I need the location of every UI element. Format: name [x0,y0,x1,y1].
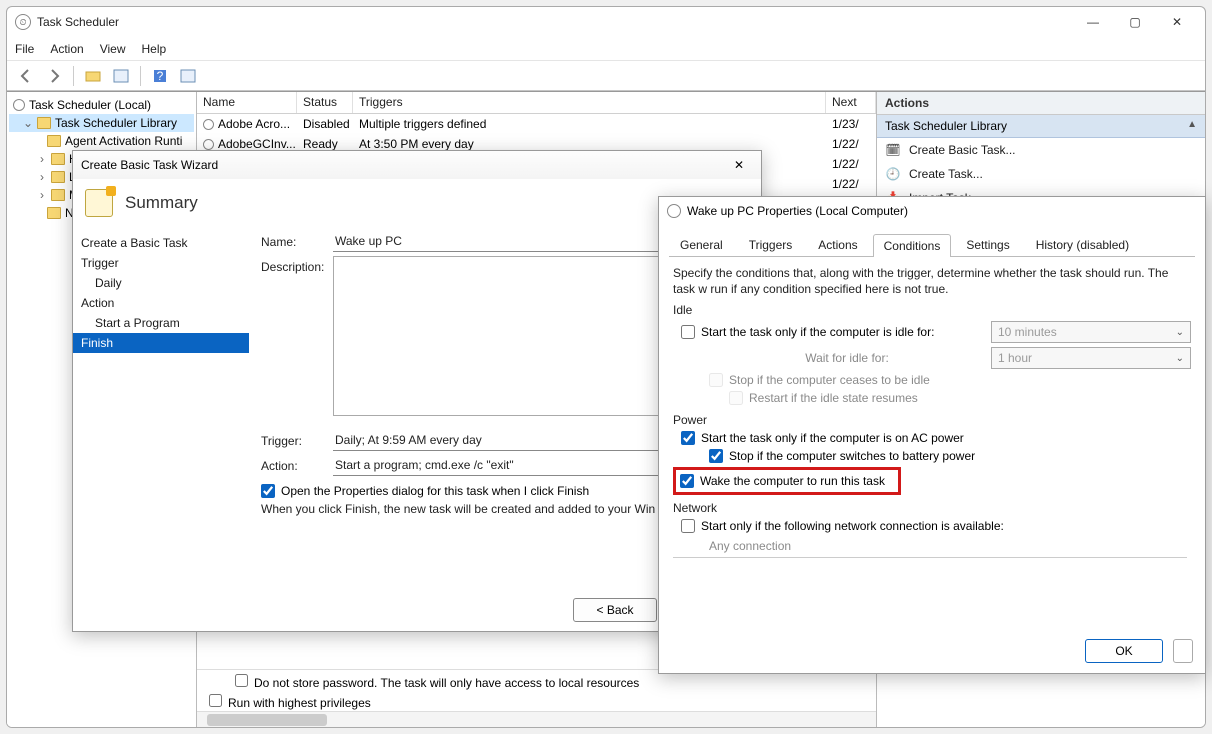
col-name[interactable]: Name [197,92,297,113]
label-action: Action: [261,455,333,473]
col-next[interactable]: Next [826,92,876,113]
no-store-password-checkbox[interactable] [235,674,248,687]
menu-action[interactable]: Action [50,42,83,56]
chevron-down-icon: ⌄ [1176,327,1184,338]
clock-icon [203,119,214,130]
actions-header: Actions [877,92,1205,115]
label-trigger: Trigger: [261,430,333,448]
tab-general[interactable]: General [669,233,734,256]
idle-stop-checkbox [709,373,723,387]
idle-restart-checkbox [729,391,743,405]
wizard-title: Create Basic Task Wizard [81,158,725,172]
panel-icon[interactable] [110,65,132,87]
step-create[interactable]: Create a Basic Task [73,233,249,253]
label-name: Name: [261,231,333,249]
folder-icon [47,207,61,219]
section-network: Network [673,501,1191,515]
svg-text:?: ? [157,69,164,83]
network-checkbox[interactable] [681,519,695,533]
tree-root[interactable]: Task Scheduler (Local) [9,96,194,114]
idle-start-checkbox[interactable] [681,325,695,339]
wizard-heading: Summary [125,193,198,213]
section-power: Power [673,413,1191,427]
folder-icon [51,153,65,165]
ok-button[interactable]: OK [1085,639,1163,663]
highest-privileges-checkbox[interactable] [209,694,222,707]
clock-icon [667,204,681,218]
minimize-button[interactable]: — [1073,10,1113,34]
tree-library[interactable]: ⌄Task Scheduler Library [9,114,194,132]
tab-history[interactable]: History (disabled) [1025,233,1140,256]
chevron-up-icon: ▲ [1187,119,1197,133]
chevron-down-icon: ⌄ [1176,353,1184,364]
expand-icon[interactable]: › [37,170,47,184]
back-button[interactable] [15,65,37,87]
task-options: Do not store password. The task will onl… [197,669,876,711]
step-finish[interactable]: Finish [73,333,249,353]
menu-view[interactable]: View [100,42,126,56]
step-daily[interactable]: Daily [73,273,249,293]
expand-icon[interactable]: › [37,188,47,202]
table-row[interactable]: Adobe Acro...DisabledMultiple triggers d… [197,114,876,134]
section-idle: Idle [673,303,1191,317]
highlight-box: Wake the computer to run this task [673,467,901,495]
open-properties-checkbox[interactable] [261,484,275,498]
network-connection-select[interactable]: Any connection [673,535,1187,558]
conditions-description: Specify the conditions that, along with … [673,265,1191,297]
menu-file[interactable]: File [15,42,34,56]
maximize-button[interactable]: ▢ [1115,10,1155,34]
folder-icon [51,171,65,183]
actions-group[interactable]: Task Scheduler Library▲ [877,115,1205,138]
close-button[interactable]: ✕ [725,155,753,175]
wizard-steps: Create a Basic Task Trigger Daily Action… [73,227,249,589]
forward-button[interactable] [43,65,65,87]
col-status[interactable]: Status [297,92,353,113]
collapse-icon[interactable]: ⌄ [23,116,33,130]
help-icon[interactable]: ? [149,65,171,87]
wake-computer-checkbox[interactable] [680,474,694,488]
menu-help[interactable]: Help [142,42,167,56]
action-create-basic-task[interactable]: 🗓Create Basic Task... [877,138,1205,162]
tab-conditions[interactable]: Conditions [873,234,952,257]
toolbar: ? [7,61,1205,91]
properties-tabs: General Triggers Actions Conditions Sett… [659,225,1205,256]
ac-power-checkbox[interactable] [681,431,695,445]
step-action[interactable]: Action [73,293,249,313]
task-icon: 🗓 [885,142,901,158]
titlebar: ⏲ Task Scheduler — ▢ ✕ [7,7,1205,37]
clock-icon [13,99,25,111]
window-title: Task Scheduler [37,15,1073,29]
clock-icon: ⏲ [15,14,31,30]
cancel-button[interactable] [1173,639,1193,663]
battery-stop-checkbox[interactable] [709,449,723,463]
properties-title: Wake up PC Properties (Local Computer) [687,204,908,218]
folder-icon [51,189,65,201]
back-button[interactable]: < Back [573,598,657,622]
folder-icon[interactable] [82,65,104,87]
tree-item[interactable]: Agent Activation Runti [9,132,194,150]
tab-settings[interactable]: Settings [955,233,1020,256]
task-properties-dialog: Wake up PC Properties (Local Computer) G… [658,196,1206,674]
tab-actions[interactable]: Actions [807,233,868,256]
folder-icon [47,135,61,147]
col-triggers[interactable]: Triggers [353,92,826,113]
task-icon: 🕘 [885,166,901,182]
panel2-icon[interactable] [177,65,199,87]
action-create-task[interactable]: 🕘Create Task... [877,162,1205,186]
tab-triggers[interactable]: Triggers [738,233,804,256]
folder-icon [37,117,51,129]
wizard-icon [85,189,113,217]
step-start-program[interactable]: Start a Program [73,313,249,333]
step-trigger[interactable]: Trigger [73,253,249,273]
label-description: Description: [261,256,333,274]
menubar: File Action View Help [7,37,1205,61]
expand-icon[interactable]: › [37,152,47,166]
idle-wait-select[interactable]: 1 hour⌄ [991,347,1191,369]
idle-duration-select[interactable]: 10 minutes⌄ [991,321,1191,343]
horizontal-scrollbar[interactable] [197,711,876,727]
grid-header: Name Status Triggers Next [197,92,876,114]
close-button[interactable]: ✕ [1157,10,1197,34]
clock-icon [203,139,214,150]
